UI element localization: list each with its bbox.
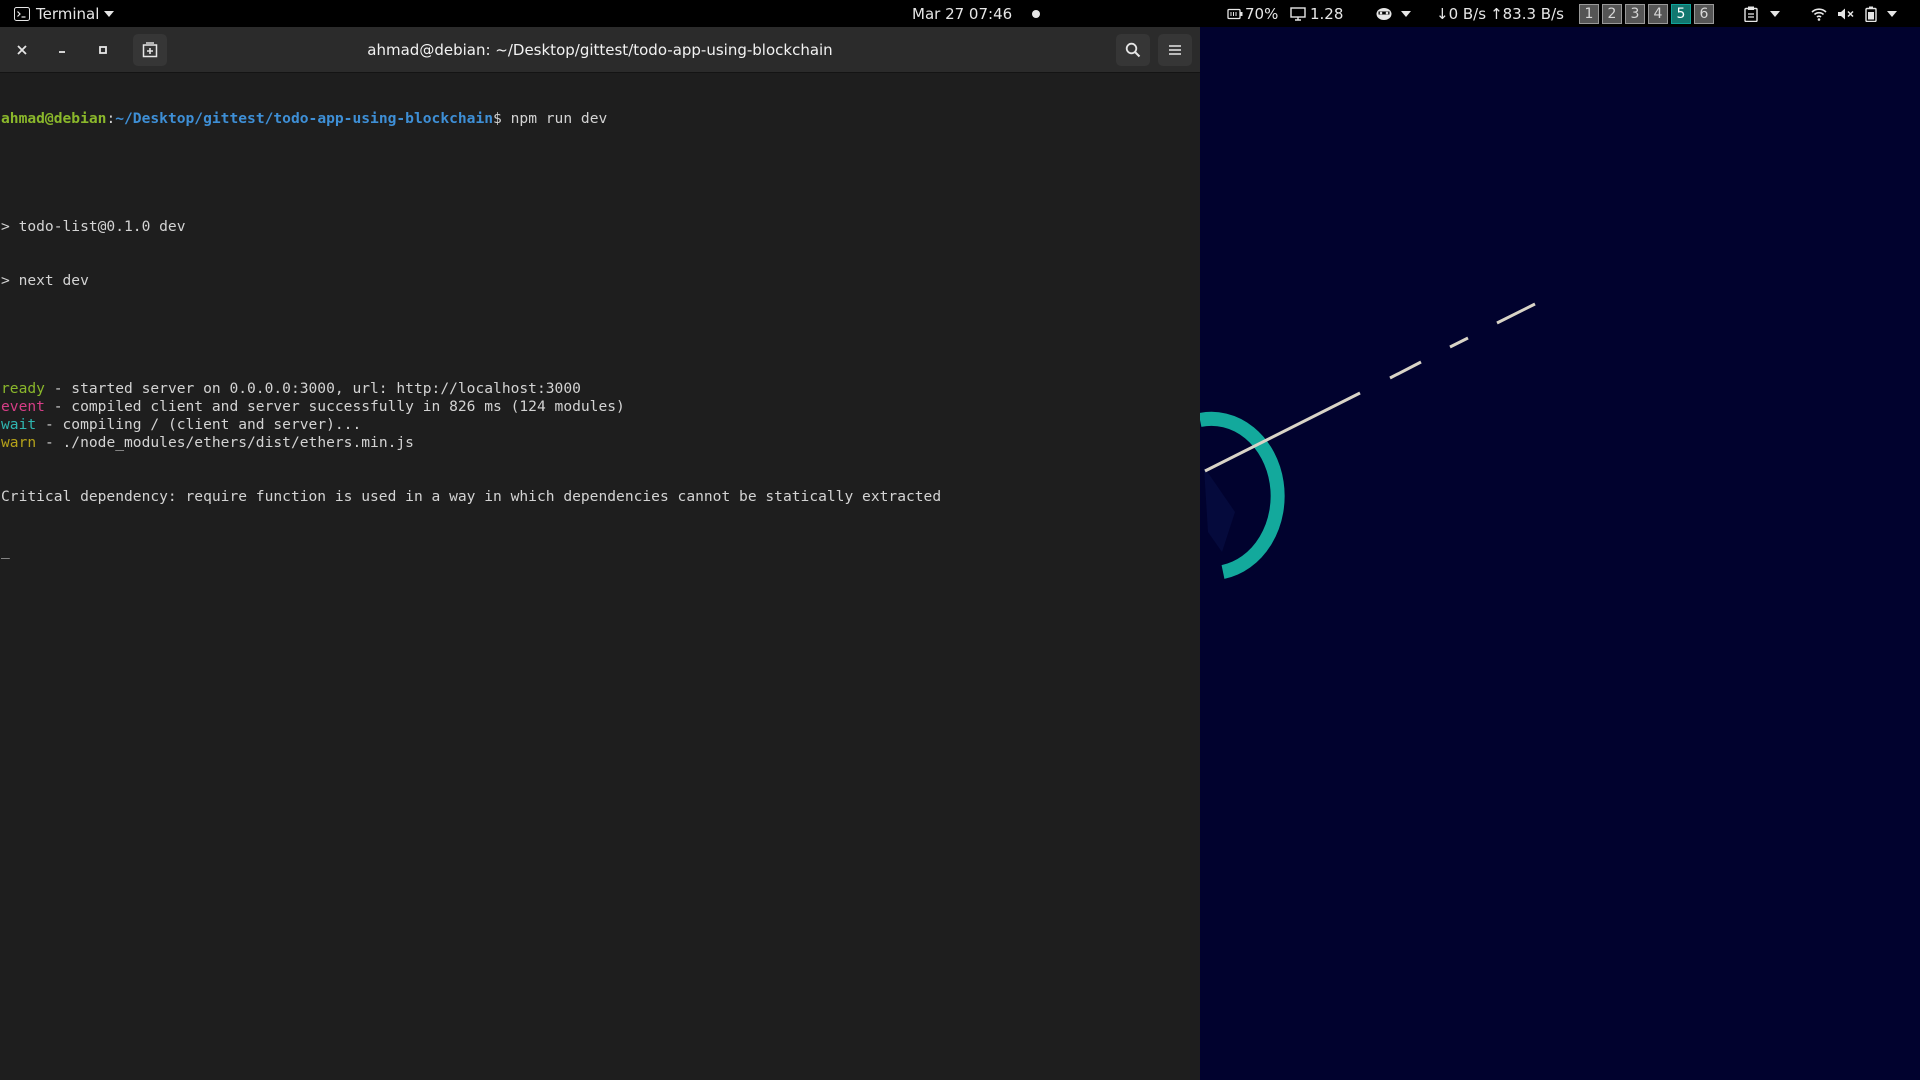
system-status[interactable] [1811, 0, 1897, 27]
new-tab-button[interactable] [133, 34, 167, 66]
close-button[interactable] [5, 34, 39, 66]
log-tag: wait [1, 416, 37, 433]
workspace-6[interactable]: 6 [1694, 3, 1714, 24]
workspace-4[interactable]: 4 [1648, 3, 1668, 24]
desktop-wallpaper [1198, 27, 1920, 1080]
chevron-down-icon [104, 10, 115, 17]
log-line: event - compiled client and server succe… [1, 398, 1196, 416]
volume-muted-icon [1837, 7, 1855, 21]
menu-button[interactable] [1158, 34, 1192, 66]
log-message: - compiled client and server successfull… [44, 398, 625, 415]
workspace-2[interactable]: 2 [1602, 3, 1622, 24]
prompt-command: $ npm run dev [493, 110, 608, 127]
minimize-button[interactable] [45, 34, 79, 66]
terminal-icon [14, 6, 30, 21]
terminal-output[interactable]: ahmad@debian:~/Desktop/gittest/todo-app-… [1, 74, 1196, 1074]
arrow-down-icon: ↓ [1436, 4, 1449, 23]
log-message: - started server on 0.0.0.0:3000, url: h… [44, 380, 581, 397]
prompt-separator: : [106, 110, 116, 127]
clipboard-icon [1744, 6, 1758, 22]
monitor-icon [1290, 6, 1306, 21]
title-bar[interactable]: ahmad@debian: ~/Desktop/gittest/todo-app… [0, 27, 1200, 73]
new-tab-icon [142, 42, 158, 58]
battery-status[interactable]: 70% [1227, 0, 1278, 27]
net-up: 83.3 B/s [1502, 4, 1564, 23]
battery-icon [1227, 8, 1243, 20]
log-line: ready - started server on 0.0.0.0:3000, … [1, 380, 1196, 398]
network-speed: ↓ 0 B/s ↑ 83.3 B/s [1436, 0, 1564, 27]
prompt-user: ahmad@debian [1, 110, 107, 127]
prompt-line: ahmad@debian:~/Desktop/gittest/todo-app-… [1, 110, 1196, 128]
app-menu[interactable]: Terminal [14, 0, 115, 27]
log-line: warn - ./node_modules/ethers/dist/ethers… [1, 434, 1196, 452]
maximize-icon [97, 44, 109, 56]
clipboard-menu[interactable] [1744, 0, 1780, 27]
maximize-button[interactable] [86, 34, 120, 66]
search-icon [1125, 42, 1141, 58]
privacy-menu[interactable] [1375, 0, 1411, 27]
arrow-up-icon: ↑ [1490, 4, 1503, 23]
battery-percent: 70% [1245, 4, 1279, 23]
clock[interactable]: Mar 27 07:46 [912, 0, 1041, 27]
workspace-3[interactable]: 3 [1625, 3, 1645, 24]
hamburger-menu-icon [1168, 44, 1182, 56]
log-line: wait - compiling / (client and server)..… [1, 416, 1196, 434]
log-tag: ready [1, 380, 45, 397]
wallpaper-graphic [1198, 27, 1920, 1080]
search-button[interactable] [1116, 34, 1150, 66]
log-message: - compiling / (client and server)... [36, 416, 362, 433]
cursor: _ [1, 542, 10, 559]
wifi-icon [1811, 7, 1827, 21]
close-icon [16, 44, 28, 56]
log-lines: ready - started server on 0.0.0.0:3000, … [1, 380, 1196, 452]
notification-dot-icon [1032, 9, 1041, 18]
net-down: 0 B/s [1448, 4, 1487, 23]
top-bar: Terminal Mar 27 07:46 70% 1.28 ↓ 0 B/s ↑… [0, 0, 1920, 27]
prompt-path: ~/Desktop/gittest/todo-app-using-blockch… [115, 110, 494, 127]
workspace-1[interactable]: 1 [1579, 3, 1599, 24]
minimize-icon [56, 44, 68, 56]
load-status[interactable]: 1.28 [1290, 0, 1343, 27]
log-tag: warn [1, 434, 37, 451]
script-line: > next dev [1, 272, 89, 289]
terminal-window: ahmad@debian: ~/Desktop/gittest/todo-app… [0, 27, 1200, 1080]
app-menu-label: Terminal [36, 4, 100, 23]
log-message: - ./node_modules/ethers/dist/ethers.min.… [36, 434, 414, 451]
chevron-down-icon [1770, 10, 1780, 17]
log-tag: event [1, 398, 45, 415]
chevron-down-icon [1887, 10, 1897, 17]
workspace-5[interactable]: 5 [1671, 3, 1691, 24]
script-line: > todo-list@0.1.0 dev [1, 218, 186, 235]
battery-power-icon [1865, 6, 1877, 22]
load-value: 1.28 [1310, 4, 1344, 23]
mask-icon [1375, 7, 1393, 21]
error-line: Critical dependency: require function is… [1, 488, 942, 505]
datetime: Mar 27 07:46 [912, 4, 1013, 23]
chevron-down-icon [1401, 10, 1411, 17]
workspace-switcher: 123456 [1579, 0, 1714, 27]
window-title: ahmad@debian: ~/Desktop/gittest/todo-app… [367, 41, 833, 59]
